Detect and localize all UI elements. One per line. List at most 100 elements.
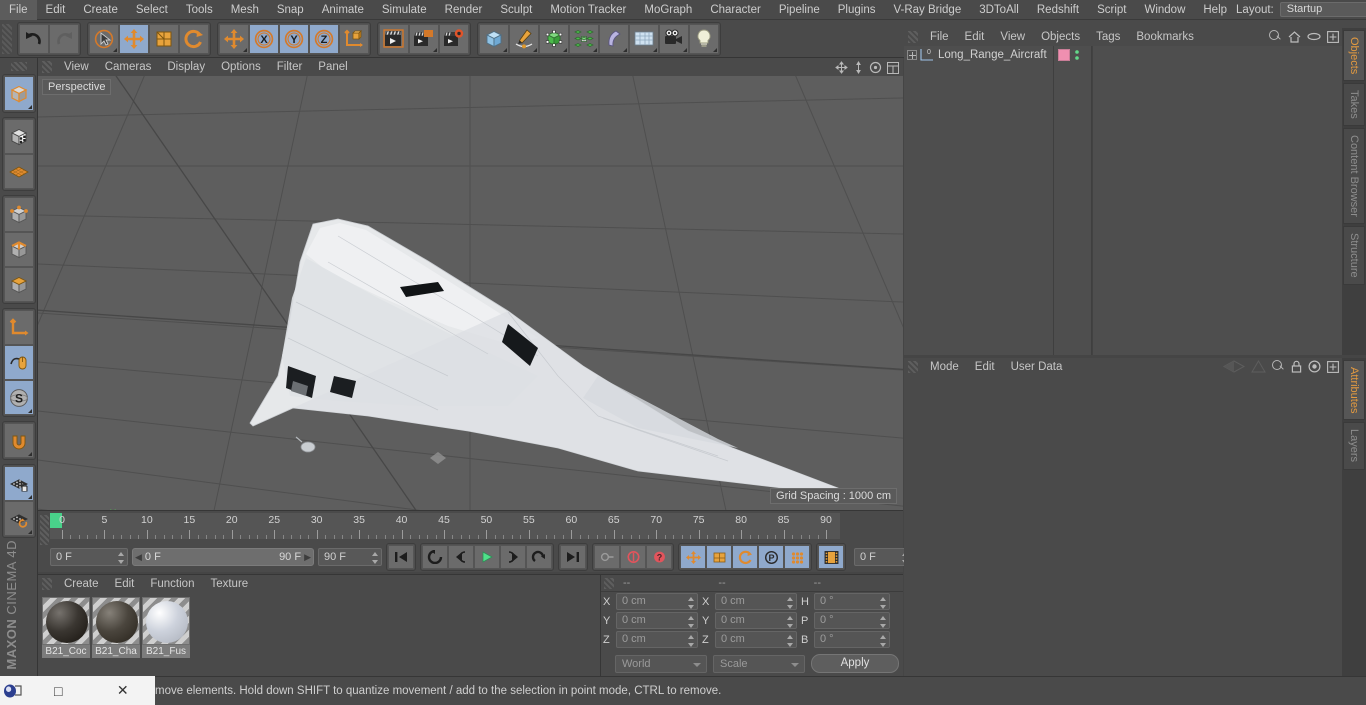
- parameter-key-toggle[interactable]: P: [758, 545, 784, 569]
- plus-box-icon[interactable]: [1327, 30, 1339, 43]
- menu-item-tools[interactable]: Tools: [177, 0, 222, 20]
- material-menu-texture[interactable]: Texture: [202, 578, 256, 590]
- expand-toggle-icon[interactable]: [907, 49, 917, 60]
- object-manager-grip[interactable]: [908, 31, 918, 43]
- tab-structure[interactable]: Structure: [1343, 225, 1365, 285]
- material-item[interactable]: B21_Coc: [42, 597, 90, 658]
- material-tag-icon[interactable]: [1058, 49, 1070, 61]
- material-menu-edit[interactable]: Edit: [107, 578, 143, 590]
- tab-content-browser[interactable]: Content Browser: [1343, 128, 1365, 224]
- timeline-grip[interactable]: [40, 515, 49, 545]
- viewport-menu-display[interactable]: Display: [159, 58, 213, 76]
- step-back-button[interactable]: [448, 545, 474, 569]
- ellipse-icon[interactable]: [1307, 32, 1321, 41]
- menu-item-window[interactable]: Window: [1135, 0, 1194, 20]
- range-right-arrow-icon[interactable]: ▶: [304, 552, 311, 563]
- object-menu-edit[interactable]: Edit: [957, 31, 993, 43]
- visibility-dots-icon[interactable]: [1073, 49, 1081, 65]
- menu-item-animate[interactable]: Animate: [313, 0, 373, 20]
- current-frame-stepper[interactable]: [118, 552, 124, 564]
- menu-item-mograph[interactable]: MoGraph: [635, 0, 701, 20]
- size-x-field[interactable]: 0 cm: [715, 593, 797, 610]
- step-forward-button[interactable]: [500, 545, 526, 569]
- menu-item-select[interactable]: Select: [127, 0, 177, 20]
- menu-item-character[interactable]: Character: [701, 0, 770, 20]
- size-y-field[interactable]: 0 cm: [715, 612, 797, 629]
- menu-item-snap[interactable]: Snap: [268, 0, 313, 20]
- menu-item-v-ray-bridge[interactable]: V-Ray Bridge: [884, 0, 970, 20]
- scale-tool[interactable]: [149, 23, 179, 54]
- add-camera-button[interactable]: [659, 23, 689, 54]
- coordinate-system-dropdown[interactable]: World: [615, 654, 707, 673]
- position-x-field[interactable]: 0 cm: [616, 593, 698, 610]
- rotation-key-toggle[interactable]: [732, 545, 758, 569]
- add-environment-button[interactable]: [629, 23, 659, 54]
- viewport-menu-filter[interactable]: Filter: [269, 58, 311, 76]
- layout-dropdown[interactable]: Startup: [1279, 2, 1366, 17]
- menu-item-edit[interactable]: Edit: [37, 0, 75, 20]
- close-button[interactable]: ✕: [91, 676, 156, 705]
- size-z-field[interactable]: 0 cm: [715, 631, 797, 648]
- menu-item-sculpt[interactable]: Sculpt: [491, 0, 541, 20]
- move-viewport-icon[interactable]: [835, 61, 848, 74]
- material-preview[interactable]: [92, 597, 140, 645]
- render-to-picture-viewer[interactable]: [409, 23, 439, 54]
- current-frame-field[interactable]: 0 F: [50, 548, 128, 566]
- play-button[interactable]: [474, 545, 500, 569]
- coordinate-mode-dropdown[interactable]: Scale: [713, 654, 805, 673]
- rotate-viewport-icon[interactable]: [869, 61, 882, 74]
- target-icon[interactable]: [1308, 360, 1321, 373]
- tab-attributes[interactable]: Attributes: [1343, 360, 1365, 421]
- viewport-menu-view[interactable]: View: [56, 58, 97, 76]
- add-light-button[interactable]: [689, 23, 719, 54]
- history-forward-icon[interactable]: [1251, 360, 1266, 373]
- position-key-toggle[interactable]: [680, 545, 706, 569]
- attributes-menu-mode[interactable]: Mode: [922, 361, 967, 373]
- viewport-menu-options[interactable]: Options: [213, 58, 269, 76]
- menu-item-3dtoall[interactable]: 3DToAll: [970, 0, 1028, 20]
- toolbar-grip[interactable]: [2, 23, 12, 54]
- add-generator-button[interactable]: [539, 23, 569, 54]
- search-icon[interactable]: [1272, 360, 1285, 373]
- y-axis-lock[interactable]: Y: [279, 23, 309, 54]
- planar-workplane-tool[interactable]: [3, 501, 34, 536]
- object-row[interactable]: 0 Long_Range_Aircraft: [904, 46, 1053, 63]
- plus-box-icon[interactable]: [1327, 360, 1339, 373]
- viewport-3d[interactable]: Perspective Grid Spacing : 1000 cm: [38, 76, 903, 510]
- loop-button[interactable]: [526, 545, 552, 569]
- viewport-menu-panel[interactable]: Panel: [310, 58, 355, 76]
- texture-mode-tool[interactable]: [3, 119, 34, 154]
- scale-viewport-icon[interactable]: [853, 61, 864, 74]
- x-axis-lock[interactable]: X: [249, 23, 279, 54]
- position-z-field[interactable]: 0 cm: [616, 631, 698, 648]
- attributes-menu-user-data[interactable]: User Data: [1003, 361, 1071, 373]
- material-menu-create[interactable]: Create: [56, 578, 107, 590]
- lock-workplane-tool[interactable]: [3, 466, 34, 501]
- timeline-ruler[interactable]: 0 5 10 15 20 25 30 35 40 45 50 55 60 65 70 75 80 85 90: [50, 513, 840, 539]
- end-frame-field[interactable]: 90 F: [318, 548, 382, 566]
- preview-range-bar[interactable]: ◀ 0 F 90 F ▶: [132, 548, 314, 566]
- end-frame-stepper[interactable]: [372, 552, 378, 564]
- maximize-button[interactable]: □: [26, 676, 91, 705]
- soft-selection-tool[interactable]: S: [3, 380, 34, 415]
- go-to-end-button[interactable]: [560, 545, 586, 569]
- menu-item-create[interactable]: Create: [74, 0, 127, 20]
- viewport-menu-cameras[interactable]: Cameras: [97, 58, 160, 76]
- menu-item-pipeline[interactable]: Pipeline: [770, 0, 829, 20]
- object-menu-objects[interactable]: Objects: [1033, 31, 1088, 43]
- add-deformer-button[interactable]: [599, 23, 629, 54]
- menu-item-file[interactable]: File: [0, 0, 37, 20]
- object-menu-view[interactable]: View: [992, 31, 1033, 43]
- coordinates-grip[interactable]: [604, 577, 614, 589]
- autokeying-button[interactable]: [620, 545, 646, 569]
- menu-item-motion-tracker[interactable]: Motion Tracker: [541, 0, 635, 20]
- enable-axis-tool[interactable]: [3, 345, 34, 380]
- object-menu-file[interactable]: File: [922, 31, 957, 43]
- tab-takes[interactable]: Takes: [1343, 83, 1365, 127]
- maximize-viewport-icon[interactable]: [887, 61, 899, 74]
- tab-layers[interactable]: Layers: [1343, 422, 1365, 470]
- z-axis-lock[interactable]: Z: [309, 23, 339, 54]
- position-y-field[interactable]: 0 cm: [616, 612, 698, 629]
- attributes-manager-grip[interactable]: [908, 361, 918, 373]
- render-settings[interactable]: [439, 23, 469, 54]
